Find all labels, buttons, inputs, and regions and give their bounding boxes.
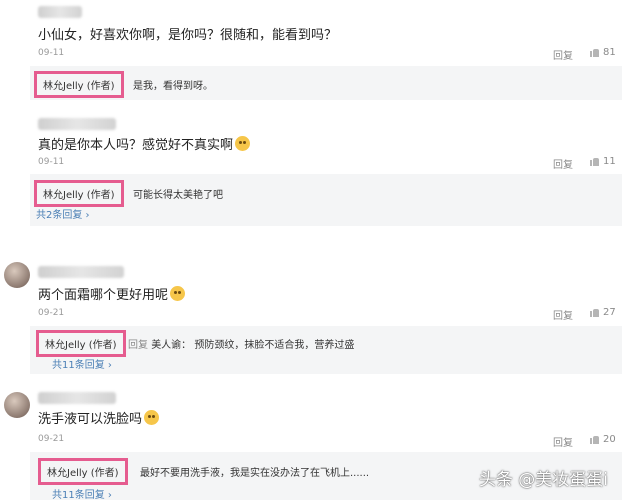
comment-1: 小仙女，好喜欢你啊，是你吗？很随和，能看到吗？ 09-11 回复 81 林允Je… <box>0 0 622 112</box>
author-name-highlighted[interactable]: 林允Jelly (作者) <box>34 180 124 207</box>
like-button[interactable]: 27 <box>590 307 616 318</box>
comment-date: 09-11 <box>38 48 65 58</box>
like-count: 20 <box>603 434 616 445</box>
comment-2: 真的是你本人吗？感觉好不真实啊 09-11 回复 11 林允Jelly (作者)… <box>0 112 622 230</box>
comment-text-content: 洗手液可以洗脸吗 <box>38 412 143 427</box>
username-blurred[interactable] <box>38 118 116 130</box>
comment-text-content: 两个面霜哪个更好用呢 <box>38 288 169 303</box>
more-replies-link[interactable]: 共2条回复 › <box>36 206 90 221</box>
comment-text-content: 真的是你本人吗？感觉好不真实啊 <box>38 138 234 153</box>
username-blurred[interactable] <box>38 6 82 18</box>
laughing-emoji-icon <box>170 286 186 301</box>
reply-button[interactable]: 回复 <box>553 47 573 62</box>
author-name-highlighted[interactable]: 林允Jelly (作者) <box>38 458 128 485</box>
thumbs-up-icon <box>590 308 599 317</box>
laughing-emoji-icon <box>144 410 160 425</box>
comment-date: 09-21 <box>38 434 65 444</box>
avatar[interactable] <box>4 2 30 28</box>
like-button[interactable]: 20 <box>590 434 616 445</box>
reply-target[interactable]: 美人谕： <box>151 340 191 351</box>
username-blurred[interactable] <box>38 266 124 278</box>
thumbs-up-icon <box>590 157 599 166</box>
comment-text: 两个面霜哪个更好用呢 <box>38 284 186 303</box>
author-reply-box: 林允Jelly (作者) 回复 美人谕： 预防颈纹，抹脸不适合我，营养过盛 共1… <box>30 326 622 374</box>
avatar[interactable] <box>4 114 30 140</box>
author-name-highlighted[interactable]: 林允Jelly (作者) <box>36 330 126 357</box>
author-name-highlighted[interactable]: 林允Jelly (作者) <box>34 71 124 98</box>
author-reply-box: 林允Jelly (作者) 是我，看得到呀。 <box>30 66 622 100</box>
thumbs-up-icon <box>590 435 599 444</box>
author-reply-text: 可能长得太美艳了吧 <box>133 190 223 201</box>
more-replies-link[interactable]: 共11条回复 › <box>52 486 112 500</box>
author-reply-text: 回复 美人谕： 预防颈纹，抹脸不适合我，营养过盛 <box>128 336 354 351</box>
like-button[interactable]: 81 <box>590 47 616 58</box>
comment-3: 两个面霜哪个更好用呢 09-21 回复 27 林允Jelly (作者) 回复 美… <box>0 258 622 378</box>
reply-body: 预防颈纹，抹脸不适合我，营养过盛 <box>194 340 355 351</box>
comment-text: 真的是你本人吗？感觉好不真实啊 <box>38 134 251 153</box>
thumbs-up-icon <box>590 48 599 57</box>
reply-prefix: 回复 <box>128 340 148 351</box>
reply-button[interactable]: 回复 <box>553 156 573 171</box>
like-count: 27 <box>603 307 616 318</box>
comment-date: 09-11 <box>38 157 65 167</box>
like-count: 11 <box>603 156 616 167</box>
like-count: 81 <box>603 47 616 58</box>
reply-button[interactable]: 回复 <box>553 434 573 449</box>
avatar[interactable] <box>4 262 30 288</box>
author-reply-text: 是我，看得到呀。 <box>133 81 213 92</box>
like-button[interactable]: 11 <box>590 156 616 167</box>
username-blurred[interactable] <box>38 392 116 404</box>
comment-date: 09-21 <box>38 308 65 318</box>
author-reply-box: 林允Jelly (作者) 可能长得太美艳了吧 共2条回复 › <box>30 174 622 226</box>
author-reply-text: 最好不要用洗手液，我是实在没办法了在飞机上...... <box>140 468 370 479</box>
avatar[interactable] <box>4 392 30 418</box>
more-replies-link[interactable]: 共11条回复 › <box>52 356 112 371</box>
reply-button[interactable]: 回复 <box>553 307 573 322</box>
shocked-emoji-icon <box>235 136 251 151</box>
comment-text: 洗手液可以洗脸吗 <box>38 408 160 427</box>
comment-text: 小仙女，好喜欢你啊，是你吗？很随和，能看到吗？ <box>38 28 338 43</box>
watermark: 头条 @美妆蛋蛋i <box>478 470 608 490</box>
